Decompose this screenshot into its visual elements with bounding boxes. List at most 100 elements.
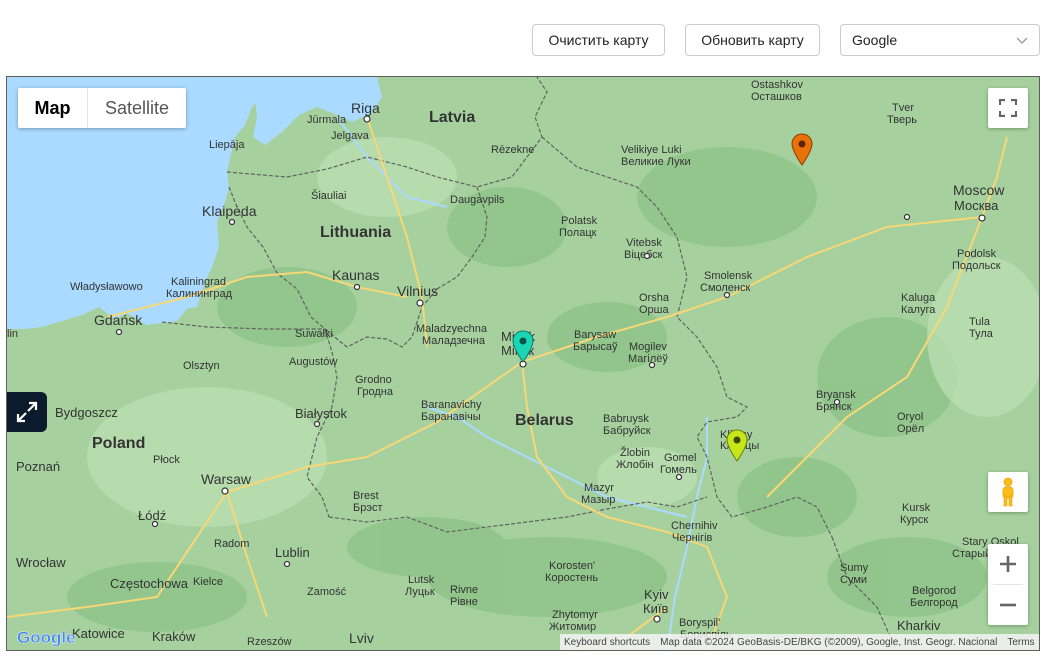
label-suwalki: Suwałki <box>295 328 333 340</box>
label-babruysk-ru: Бабруйск <box>603 425 651 437</box>
label-ostashkov: Ostashkov <box>751 79 803 91</box>
label-siauliai: Šiauliai <box>311 189 346 202</box>
label-kaunas: Kaunas <box>332 267 379 283</box>
label-klaipeda: Klaipėda <box>202 203 257 219</box>
pegman-icon <box>1002 477 1014 507</box>
label-kaluga: Kaluga <box>901 292 936 304</box>
map-attribution: Keyboard shortcuts Map data ©2024 GeoBas… <box>560 634 1039 650</box>
label-brest-ru: Брэст <box>353 502 383 514</box>
label-barysaw-ru: Барысаў <box>573 341 618 353</box>
map-data-text: Map data ©2024 GeoBasis-DE/BKG (©2009), … <box>660 637 998 648</box>
label-kyiv-ru: Київ <box>643 601 668 616</box>
map-type-control: Map Satellite <box>18 88 186 128</box>
keyboard-shortcuts-link[interactable]: Keyboard shortcuts <box>564 637 650 648</box>
label-kursk-ru: Курск <box>900 514 928 526</box>
label-baranavichy: Baranavichy <box>421 399 482 411</box>
label-smolensk-ru: Смоленск <box>700 282 750 294</box>
expand-map-button[interactable] <box>7 392 47 432</box>
label-sumy: Sumy <box>840 562 869 574</box>
zoom-control <box>988 544 1028 625</box>
label-chernihiv-ru: Чернігів <box>672 532 713 544</box>
terms-link[interactable]: Terms <box>1007 637 1034 648</box>
label-kharkiv: Kharkiv <box>897 618 941 633</box>
label-polatsk: Polatsk <box>561 215 598 227</box>
label-lutsk: Lutsk <box>408 574 435 586</box>
label-korosten-ru: Коростень <box>545 572 598 584</box>
label-oryol-ru: Орёл <box>897 423 924 435</box>
label-bryansk-ru: Брянск <box>816 401 852 413</box>
label-orsha-ru: Орша <box>639 304 669 316</box>
label-grodno-ru: Гродна <box>357 386 394 398</box>
label-rezekne: Rēzekne <box>491 144 534 156</box>
zoom-in-icon <box>1000 556 1016 572</box>
label-brest: Brest <box>353 490 379 502</box>
label-moscow: Moscow <box>953 182 1005 198</box>
label-vitebsk: Vitebsk <box>626 237 662 249</box>
label-gomel: Gomel <box>664 452 696 464</box>
street-view-pegman[interactable] <box>988 472 1028 512</box>
label-poznan: Poznań <box>16 459 60 474</box>
label-kaluga-ru: Калуга <box>901 304 936 316</box>
label-sumy-ru: Суми <box>840 574 867 586</box>
label-tula-ru: Тула <box>969 328 994 340</box>
label-latvia: Latvia <box>429 109 475 126</box>
label-liepaja: Liepāja <box>209 139 245 151</box>
label-babruysk: Babruysk <box>603 413 649 425</box>
map-canvas[interactable]: Latvia Lithuania Belarus Poland Riga Jūr… <box>6 76 1040 651</box>
label-kaliningrad-ru: Калининград <box>166 288 233 300</box>
refresh-map-button[interactable]: Обновить карту <box>685 24 820 56</box>
label-rivne-ru: Рівне <box>450 596 478 608</box>
map-type-map-button[interactable]: Map <box>18 88 88 128</box>
label-mazyr: Mazyr <box>584 482 614 494</box>
label-lviv: Lviv <box>349 630 374 646</box>
label-olsztyn: Olsztyn <box>183 360 220 372</box>
marker-lime[interactable] <box>726 429 748 462</box>
label-velikie-luki-ru: Великие Луки <box>621 156 691 168</box>
label-podolsk: Podolsk <box>957 248 997 260</box>
label-maladzyechna: Maladzyechna <box>416 323 488 335</box>
map-base-layer: Latvia Lithuania Belarus Poland Riga Jūr… <box>7 77 1039 650</box>
label-kaliningrad: Kaliningrad <box>171 276 226 288</box>
label-lodz: Łódź <box>138 508 166 523</box>
label-plock: Płock <box>153 454 180 466</box>
label-barysaw: Barysaw <box>574 329 616 341</box>
google-logo: Google <box>17 628 76 647</box>
label-mogilev-ru: Магілёў <box>628 353 668 365</box>
label-radom: Radom <box>214 538 249 550</box>
zoom-out-button[interactable] <box>988 585 1028 625</box>
map-provider-value: Google <box>852 32 898 48</box>
label-kyiv: Kyiv <box>644 587 669 602</box>
label-jurmala: Jūrmala <box>307 114 347 126</box>
label-chernihiv: Chernihiv <box>671 520 718 532</box>
label-kielce: Kielce <box>193 576 223 588</box>
fullscreen-button[interactable] <box>988 88 1028 128</box>
marker-teal[interactable] <box>512 330 534 363</box>
label-mazyr-ru: Мазыр <box>581 494 615 506</box>
label-vilnius: Vilnius <box>397 283 438 299</box>
map-type-satellite-button[interactable]: Satellite <box>88 88 186 128</box>
label-belarus: Belarus <box>515 412 574 429</box>
label-tver-ru: Тверь <box>887 114 917 126</box>
label-baranavichy-ru: Баранавічы <box>421 411 481 423</box>
label-riga: Riga <box>351 100 380 116</box>
map-provider-select[interactable]: Google <box>840 24 1040 56</box>
label-smolensk: Smolensk <box>704 270 753 282</box>
toolbar: Очистить карту Обновить карту Google <box>0 0 1046 76</box>
label-czestochowa: Częstochowa <box>110 576 189 591</box>
label-belgorod: Belgorod <box>912 585 956 597</box>
label-rzeszow: Rzeszów <box>247 636 292 648</box>
zoom-in-button[interactable] <box>988 544 1028 584</box>
label-rivne: Rivne <box>450 584 478 596</box>
label-wladyslawowo: Władysławowo <box>70 281 143 293</box>
label-gdansk: Gdańsk <box>94 312 143 328</box>
label-belgorod-ru: Белгород <box>910 597 958 609</box>
label-tula: Tula <box>969 316 991 328</box>
label-kursk: Kursk <box>902 502 931 514</box>
label-podolsk-ru: Подольск <box>952 260 1001 272</box>
label-krakow: Kraków <box>152 629 196 644</box>
label-wroclaw: Wrocław <box>16 555 66 570</box>
label-tver: Tver <box>892 102 914 114</box>
marker-orange[interactable] <box>791 133 813 166</box>
clear-map-button[interactable]: Очистить карту <box>532 24 665 56</box>
label-boryspil: Boryspil' <box>679 617 720 629</box>
